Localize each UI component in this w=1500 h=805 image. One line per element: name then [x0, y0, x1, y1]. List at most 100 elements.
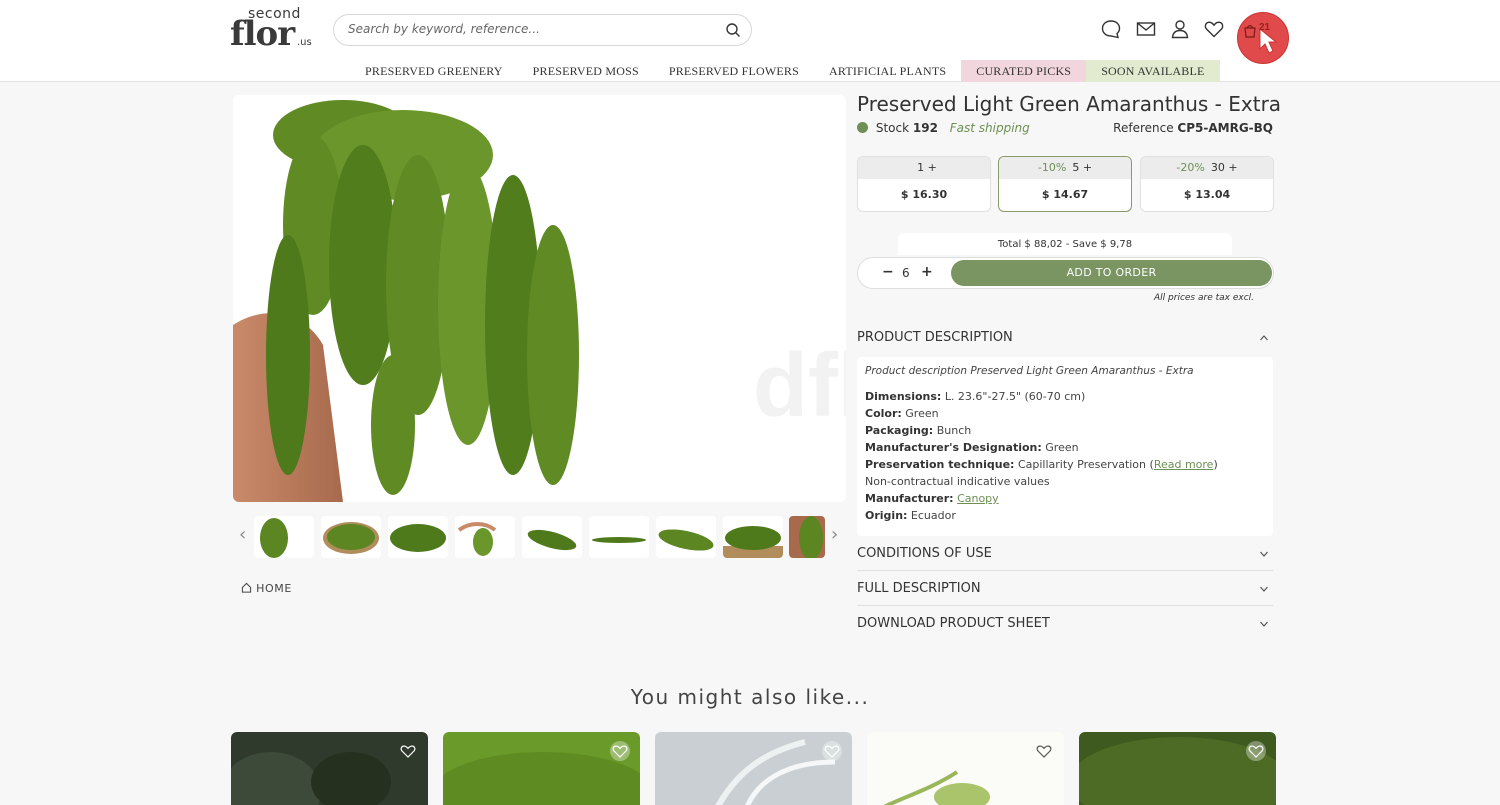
tax-note: All prices are tax excl. — [1154, 293, 1254, 303]
product-card[interactable] — [443, 732, 640, 805]
thumbnail[interactable] — [656, 516, 716, 558]
accordion-title: PRODUCT DESCRIPTION — [857, 330, 1013, 345]
cart-button[interactable] — [1237, 12, 1289, 64]
price-tier-2[interactable]: -10% 5 + $ 14.67 — [998, 156, 1132, 212]
tier-price: $ 16.30 — [900, 188, 948, 201]
tier-qty: 30 + — [1210, 161, 1238, 174]
reference-label: Reference — [1113, 121, 1174, 135]
product-card[interactable] — [1079, 732, 1276, 805]
thumbnail[interactable] — [254, 516, 314, 558]
chevron-left-icon[interactable]: ‹ — [239, 524, 246, 545]
nav-preserved-greenery[interactable]: PRESERVED GREENERY — [350, 60, 518, 82]
tier-discount: -10% — [1037, 161, 1067, 174]
accordion-download-sheet[interactable]: DOWNLOAD PRODUCT SHEET — [857, 607, 1273, 641]
nav-soon-available[interactable]: SOON AVAILABLE — [1086, 60, 1220, 82]
spec-manufacturer: Manufacturer: Canopy — [865, 492, 999, 505]
accordion-title: FULL DESCRIPTION — [857, 581, 981, 596]
heart-icon[interactable] — [398, 741, 418, 761]
nav-artificial-plants[interactable]: ARTIFICIAL PLANTS — [814, 60, 961, 82]
add-to-order-button[interactable]: ADD TO ORDER — [951, 260, 1272, 286]
product-card[interactable] — [655, 732, 852, 805]
mail-icon[interactable] — [1135, 18, 1157, 40]
chevron-down-icon — [1260, 586, 1268, 592]
heart-icon[interactable] — [610, 741, 630, 761]
breadcrumb-home[interactable]: HOME — [256, 582, 292, 595]
site-header: second flor .us Search by keyword, refer… — [0, 0, 1500, 82]
logo-suffix: .us — [297, 37, 312, 48]
site-logo[interactable]: second flor .us — [230, 6, 314, 54]
logo-main-text: flor — [230, 14, 295, 54]
reference-info: Reference CP5-AMRG-BQ — [1113, 121, 1273, 135]
chevron-down-icon — [1260, 621, 1268, 627]
tier-qty-row: 1 + — [858, 157, 990, 179]
manufacturer-link[interactable]: Canopy — [957, 492, 999, 505]
accordion-full-description[interactable]: FULL DESCRIPTION — [857, 572, 1273, 606]
accordion-title: CONDITIONS OF USE — [857, 546, 992, 561]
thumbnail[interactable] — [789, 516, 825, 558]
description-intro: Product description Preserved Light Gree… — [865, 365, 1194, 377]
price-tier-3[interactable]: -20% 30 + $ 13.04 — [1140, 156, 1274, 212]
nav-curated-picks[interactable]: CURATED PICKS — [961, 60, 1087, 82]
thumbnail-strip: ‹ › — [233, 516, 846, 558]
thumbnail[interactable] — [455, 516, 515, 558]
spec-designation: Manufacturer's Designation: Green — [865, 441, 1079, 454]
thumbnail[interactable] — [522, 516, 582, 558]
stock-label: Stock — [875, 121, 910, 135]
spec-packaging: Packaging: Bunch — [865, 424, 972, 437]
reference-value: CP5-AMRG-BQ — [1177, 121, 1273, 135]
read-more-link[interactable]: Read more — [1154, 458, 1214, 471]
search-icon[interactable] — [725, 22, 741, 38]
home-icon — [241, 582, 252, 593]
heart-icon[interactable] — [1246, 741, 1266, 761]
chevron-down-icon — [1260, 551, 1268, 557]
price-tier-1[interactable]: 1 + $ 16.30 — [857, 156, 991, 212]
order-total: Total $ 88,02 - Save $ 9,78 — [898, 233, 1232, 255]
quantity-decrease-button[interactable]: − — [882, 264, 894, 280]
main-nav: PRESERVED GREENERY PRESERVED MOSS PRESER… — [350, 60, 1220, 82]
chat-icon[interactable] — [1100, 18, 1122, 40]
thumbnail[interactable] — [589, 516, 649, 558]
chevron-right-icon[interactable]: › — [831, 524, 838, 545]
spec-color: Color: Green — [865, 407, 939, 420]
nav-preserved-moss[interactable]: PRESERVED MOSS — [518, 60, 654, 82]
product-main-image[interactable]: dflor — [233, 95, 846, 502]
tier-qty: 1 + — [917, 161, 937, 174]
spec-dimensions: Dimensions: L. 23.6"-27.5" (60-70 cm) — [865, 390, 1086, 403]
stock-value: 192 — [912, 121, 938, 135]
tier-qty-row: -20% 30 + — [1141, 157, 1273, 179]
quantity-increase-button[interactable]: + — [921, 264, 933, 280]
check-icon — [857, 122, 868, 133]
chevron-up-icon — [1260, 335, 1268, 341]
stock-info: Stock 192 Fast shipping — [857, 121, 1030, 135]
heart-icon[interactable] — [1203, 18, 1225, 40]
heart-icon[interactable] — [822, 741, 842, 761]
product-card[interactable] — [867, 732, 1064, 805]
tier-qty: 5 + — [1072, 161, 1093, 174]
thumbnail[interactable] — [321, 516, 381, 558]
accordion-product-description[interactable]: PRODUCT DESCRIPTION — [857, 321, 1273, 355]
quantity-input[interactable]: 6 — [902, 266, 910, 280]
product-card[interactable] — [231, 732, 428, 805]
recommendations-title: You might also like... — [630, 685, 870, 709]
thumbnail[interactable] — [723, 516, 783, 558]
order-bar: − 6 + ADD TO ORDER — [857, 257, 1274, 289]
accordion-conditions-of-use[interactable]: CONDITIONS OF USE — [857, 537, 1273, 571]
tier-qty-row: -10% 5 + — [999, 157, 1131, 179]
spec-indicative: Non-contractual indicative values — [865, 475, 1050, 488]
page-title: Preserved Light Green Amaranthus - Extra — [857, 92, 1282, 116]
nav-preserved-flowers[interactable]: PRESERVED FLOWERS — [654, 60, 814, 82]
heart-icon[interactable] — [1034, 741, 1054, 761]
shipping-label: Fast shipping — [949, 121, 1030, 135]
search-input[interactable] — [348, 22, 708, 36]
thumbnail[interactable] — [388, 516, 448, 558]
tier-price: $ 14.67 — [1041, 188, 1089, 201]
accordion-title: DOWNLOAD PRODUCT SHEET — [857, 616, 1050, 631]
cart-icon — [1244, 25, 1256, 38]
user-icon[interactable] — [1169, 18, 1191, 40]
product-description-panel: Product description Preserved Light Gree… — [857, 357, 1273, 536]
breadcrumb[interactable]: HOME — [241, 582, 292, 595]
tier-discount: -20% — [1176, 161, 1205, 174]
search-bar — [333, 14, 752, 46]
tier-price: $ 13.04 — [1183, 188, 1231, 201]
cart-count-badge: 21 — [1259, 22, 1271, 33]
